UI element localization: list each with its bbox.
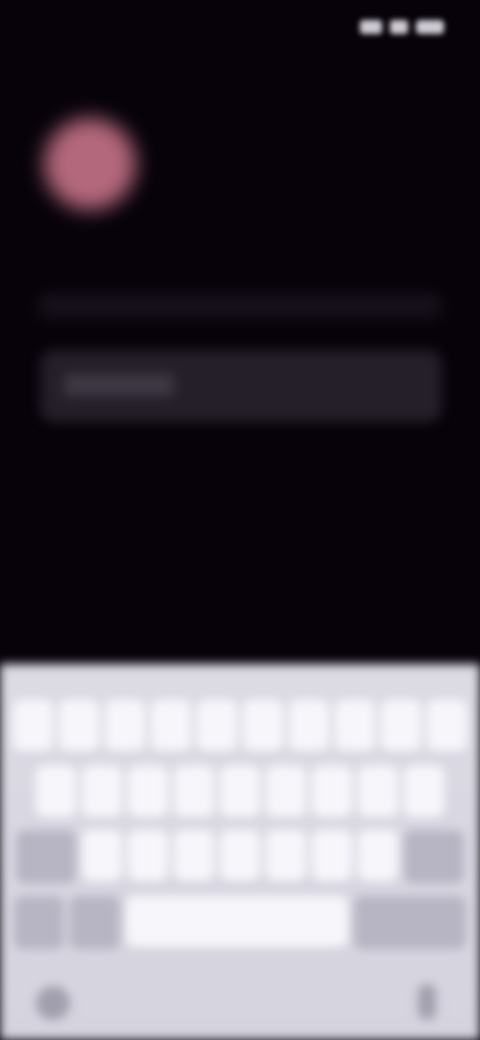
return-key[interactable] [354,896,466,948]
key[interactable] [358,766,398,818]
key[interactable] [381,700,421,752]
battery-icon [416,20,444,34]
cellular-signal-icon [360,20,382,34]
key[interactable] [82,830,122,882]
keyboard-bottom-bar [0,964,480,1040]
key[interactable] [220,766,260,818]
key[interactable] [174,830,214,882]
key[interactable] [312,830,352,882]
keyboard-row-4 [0,896,480,948]
key[interactable] [128,830,168,882]
key[interactable] [59,700,99,752]
emoji-key[interactable] [70,896,120,948]
numbers-key[interactable] [14,896,64,948]
key[interactable] [427,700,467,752]
key[interactable] [266,830,306,882]
avatar [44,118,136,210]
backspace-key[interactable] [404,830,464,882]
input-placeholder [64,374,174,396]
on-screen-keyboard [0,664,480,1040]
text-input[interactable] [40,350,442,422]
globe-icon[interactable] [36,986,70,1020]
key[interactable] [220,830,260,882]
key[interactable] [266,766,306,818]
key[interactable] [358,830,398,882]
space-key[interactable] [126,896,348,948]
page-subtitle [40,296,440,316]
key[interactable] [174,766,214,818]
key[interactable] [36,766,76,818]
shift-key[interactable] [16,830,76,882]
key[interactable] [82,766,122,818]
key[interactable] [289,700,329,752]
page-title [40,246,340,284]
key[interactable] [105,700,145,752]
key[interactable] [312,766,352,818]
microphone-icon[interactable] [418,984,436,1020]
status-bar [0,0,480,60]
key[interactable] [335,700,375,752]
key[interactable] [243,700,283,752]
status-icons [360,20,444,34]
key[interactable] [197,700,237,752]
key[interactable] [13,700,53,752]
keyboard-row-1 [0,700,480,752]
key[interactable] [128,766,168,818]
key[interactable] [151,700,191,752]
key[interactable] [404,766,444,818]
keyboard-row-3 [0,830,480,882]
keyboard-row-2 [0,766,480,818]
wifi-icon [390,20,408,34]
screen [0,0,480,1040]
